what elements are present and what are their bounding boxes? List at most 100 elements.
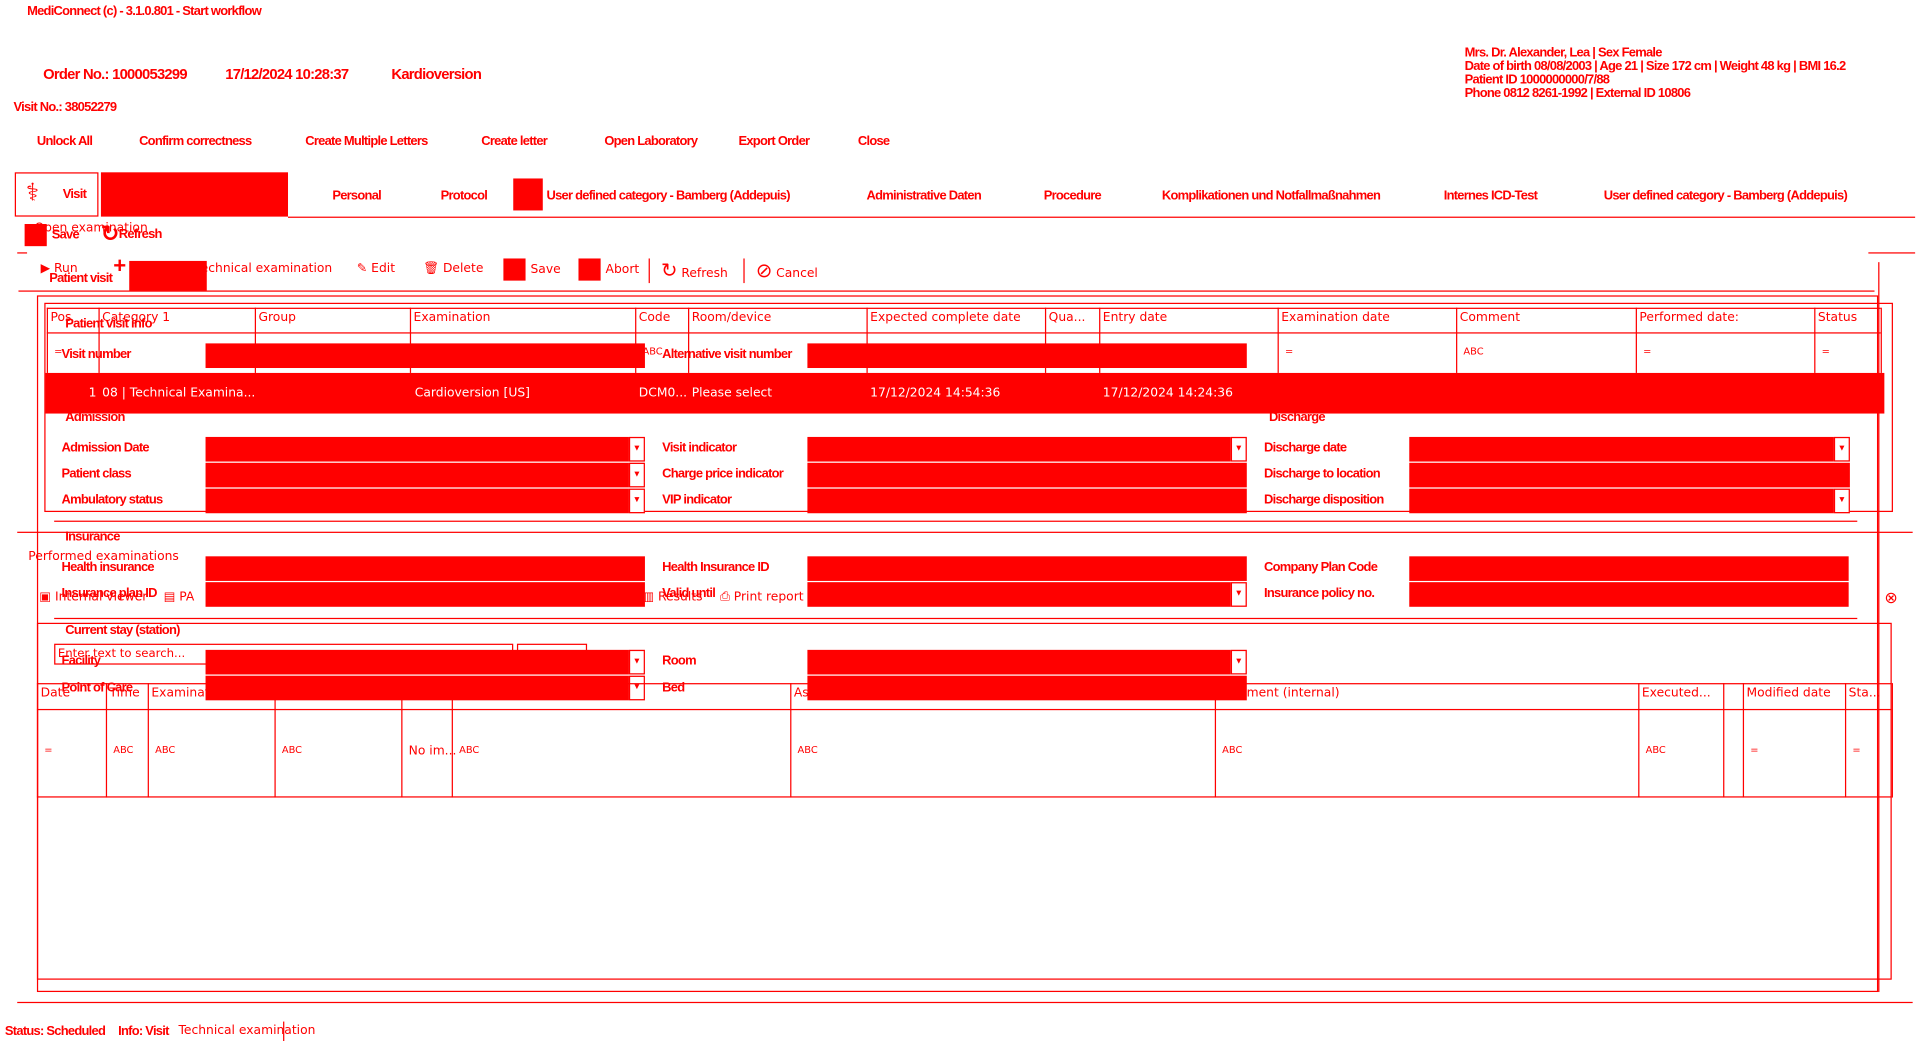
cancel-button[interactable]: ⊘ Cancel bbox=[756, 258, 818, 281]
close-button[interactable]: Close bbox=[858, 134, 890, 149]
perf-filter-cell[interactable]: ABC bbox=[282, 745, 302, 756]
pa-button[interactable]: ▤ PA bbox=[164, 591, 195, 605]
create-multiple-letters-button[interactable]: Create Multiple Letters bbox=[305, 134, 428, 149]
chevron-down-icon[interactable]: ▼ bbox=[628, 488, 645, 514]
column-header-1[interactable]: Category 1 bbox=[102, 311, 170, 325]
close-circle-icon[interactable]: ⊗ bbox=[1884, 588, 1897, 608]
open-laboratory-button[interactable]: Open Laboratory bbox=[604, 134, 698, 149]
filter-cell[interactable]: = bbox=[54, 346, 62, 357]
perf-column-header-6[interactable]: Assessment bbox=[794, 687, 868, 701]
valid-until-field[interactable]: ▼ bbox=[807, 582, 1247, 607]
column-header-5[interactable]: Room/device bbox=[692, 311, 772, 325]
admission-date-field[interactable]: ▼ bbox=[205, 436, 645, 462]
vip-indicator-field[interactable] bbox=[807, 488, 1247, 514]
column-header-0[interactable]: Pos bbox=[50, 311, 71, 325]
chevron-down-icon[interactable]: ▼ bbox=[1833, 488, 1850, 514]
filter-cell[interactable]: = bbox=[1643, 346, 1651, 357]
tab-administrative[interactable]: Administrative Daten bbox=[866, 188, 981, 203]
delete-button[interactable]: 🗑 Delete bbox=[423, 262, 483, 276]
charge-price-indicator-field[interactable] bbox=[807, 462, 1247, 488]
visit-indicator-field[interactable]: ▼ bbox=[807, 436, 1247, 462]
health-insurance-field[interactable] bbox=[205, 556, 645, 581]
tab-procedure[interactable]: Procedure bbox=[1044, 188, 1102, 203]
perf-column-header-1[interactable]: Time bbox=[110, 687, 140, 701]
chevron-down-icon[interactable]: ▼ bbox=[1230, 436, 1247, 462]
column-header-9[interactable]: Examination date bbox=[1281, 311, 1390, 325]
discharge-to-location-field[interactable] bbox=[1409, 462, 1850, 488]
exam-save-button[interactable]: Save bbox=[503, 258, 561, 281]
perf-filter-cell[interactable]: = bbox=[1750, 745, 1758, 756]
perf-filter-cell[interactable]: ABC bbox=[798, 745, 818, 756]
perf-column-header-0[interactable]: Date bbox=[41, 687, 70, 701]
technical-examination-button[interactable]: ▤ Technical examination bbox=[180, 262, 333, 276]
perf-filter-cell[interactable]: = bbox=[44, 745, 52, 756]
perf-column-header-10[interactable]: Modified date bbox=[1747, 687, 1831, 701]
filter-cell[interactable]: ABC bbox=[1463, 346, 1483, 357]
column-header-3[interactable]: Examination bbox=[414, 311, 491, 325]
filter-cell[interactable]: = bbox=[1285, 346, 1293, 357]
perf-filter-cell[interactable]: ABC bbox=[1646, 745, 1666, 756]
perf-column-header-4[interactable]: Pe... bbox=[405, 687, 431, 701]
tab-user-defined-2[interactable]: User defined category - Bamberg (Addepui… bbox=[1604, 188, 1848, 203]
column-header-8[interactable]: Entry date bbox=[1103, 311, 1167, 325]
tab-personal[interactable]: Personal bbox=[332, 188, 381, 203]
alt-visit-number-field[interactable] bbox=[807, 343, 1247, 369]
export-order-button[interactable]: Export Order bbox=[738, 134, 810, 149]
edit-button[interactable]: ✎ Edit bbox=[357, 262, 395, 276]
tab-komplikationen[interactable]: Komplikationen und Notfallmaßnahmen bbox=[1162, 188, 1381, 203]
filter-cell[interactable]: = bbox=[1822, 346, 1830, 357]
perf-column-header-5[interactable]: Device Model/Serial No. bbox=[455, 687, 601, 701]
perf-filter-cell[interactable]: ABC bbox=[155, 745, 175, 756]
discharge-disposition-field[interactable]: ▼ bbox=[1409, 488, 1850, 514]
perf-filter-cell[interactable]: ABC bbox=[1222, 745, 1242, 756]
printer-icon: ⎙ bbox=[720, 590, 730, 605]
tab-user-defined-1[interactable]: User defined category - Bamberg (Addepui… bbox=[546, 188, 790, 203]
column-header-6[interactable]: Expected complete date bbox=[870, 311, 1021, 325]
room-field[interactable]: ▼ bbox=[807, 649, 1247, 675]
ambulatory-status-field[interactable]: ▼ bbox=[205, 488, 645, 514]
create-letter-button[interactable]: Create letter bbox=[481, 134, 548, 149]
visit-number-field[interactable] bbox=[205, 343, 645, 369]
patient-class-field[interactable]: ▼ bbox=[205, 462, 645, 488]
chevron-down-icon[interactable]: ▼ bbox=[1833, 436, 1850, 462]
tab-icd-test[interactable]: Internes ICD-Test bbox=[1444, 188, 1538, 203]
discharge-date-field[interactable]: ▼ bbox=[1409, 436, 1850, 462]
bed-field[interactable] bbox=[807, 675, 1247, 701]
visit-number: Visit No.: 38052279 bbox=[13, 99, 118, 115]
print-report-button[interactable]: ⎙ Print report bbox=[720, 591, 804, 605]
confirm-correctness-button[interactable]: Confirm correctness bbox=[139, 134, 252, 149]
perf-column-header-3[interactable]: Requested type bbox=[278, 687, 375, 701]
chevron-down-icon[interactable]: ▼ bbox=[628, 436, 645, 462]
perf-column-header-11[interactable]: Sta... bbox=[1849, 687, 1881, 701]
tab-protocol[interactable]: Protocol bbox=[441, 188, 488, 203]
tab-visit[interactable]: ⚕ Visit bbox=[14, 172, 99, 217]
add-icon[interactable]: + bbox=[113, 254, 126, 280]
perf-filter-cell[interactable]: = bbox=[1852, 745, 1860, 756]
perf-column-header-7[interactable]: Comment (internal) bbox=[1218, 687, 1339, 701]
exam-refresh-button[interactable]: ↻ Refresh bbox=[661, 258, 728, 281]
tab-selected[interactable] bbox=[100, 172, 289, 217]
order-number: Order No.: 1000053299 bbox=[43, 65, 188, 83]
unlock-all-button[interactable]: Unlock All bbox=[37, 134, 93, 149]
column-header-7[interactable]: Qua... bbox=[1049, 311, 1086, 325]
column-header-4[interactable]: Code bbox=[639, 311, 671, 325]
perf-filter-cell[interactable]: No im... bbox=[409, 745, 457, 759]
abort-button[interactable]: Abort bbox=[578, 258, 639, 281]
chevron-down-icon[interactable]: ▼ bbox=[628, 462, 645, 488]
insurance-policy-no-field[interactable] bbox=[1409, 582, 1849, 607]
column-header-11[interactable]: Performed date: bbox=[1639, 311, 1739, 325]
column-header-12[interactable]: Status bbox=[1818, 311, 1857, 325]
insurance-plan-id-field[interactable] bbox=[205, 582, 645, 607]
health-insurance-id-field[interactable] bbox=[807, 556, 1247, 581]
column-header-2[interactable]: Group bbox=[258, 311, 295, 325]
perf-column-header-8[interactable]: Executed... bbox=[1642, 687, 1711, 701]
perf-filter-cell[interactable]: ABC bbox=[113, 745, 133, 756]
filter-cell[interactable]: ABC bbox=[642, 346, 662, 357]
perf-column-header-2[interactable]: Examination bbox=[151, 687, 228, 701]
perf-filter-cell[interactable]: ABC bbox=[459, 745, 479, 756]
facility-field[interactable]: ▼ bbox=[205, 649, 645, 675]
save-button[interactable]: Save bbox=[24, 224, 80, 247]
company-plan-code-field[interactable] bbox=[1409, 556, 1849, 581]
refresh-button[interactable]: ↻Refresh bbox=[101, 222, 163, 248]
column-header-10[interactable]: Comment bbox=[1460, 311, 1520, 325]
